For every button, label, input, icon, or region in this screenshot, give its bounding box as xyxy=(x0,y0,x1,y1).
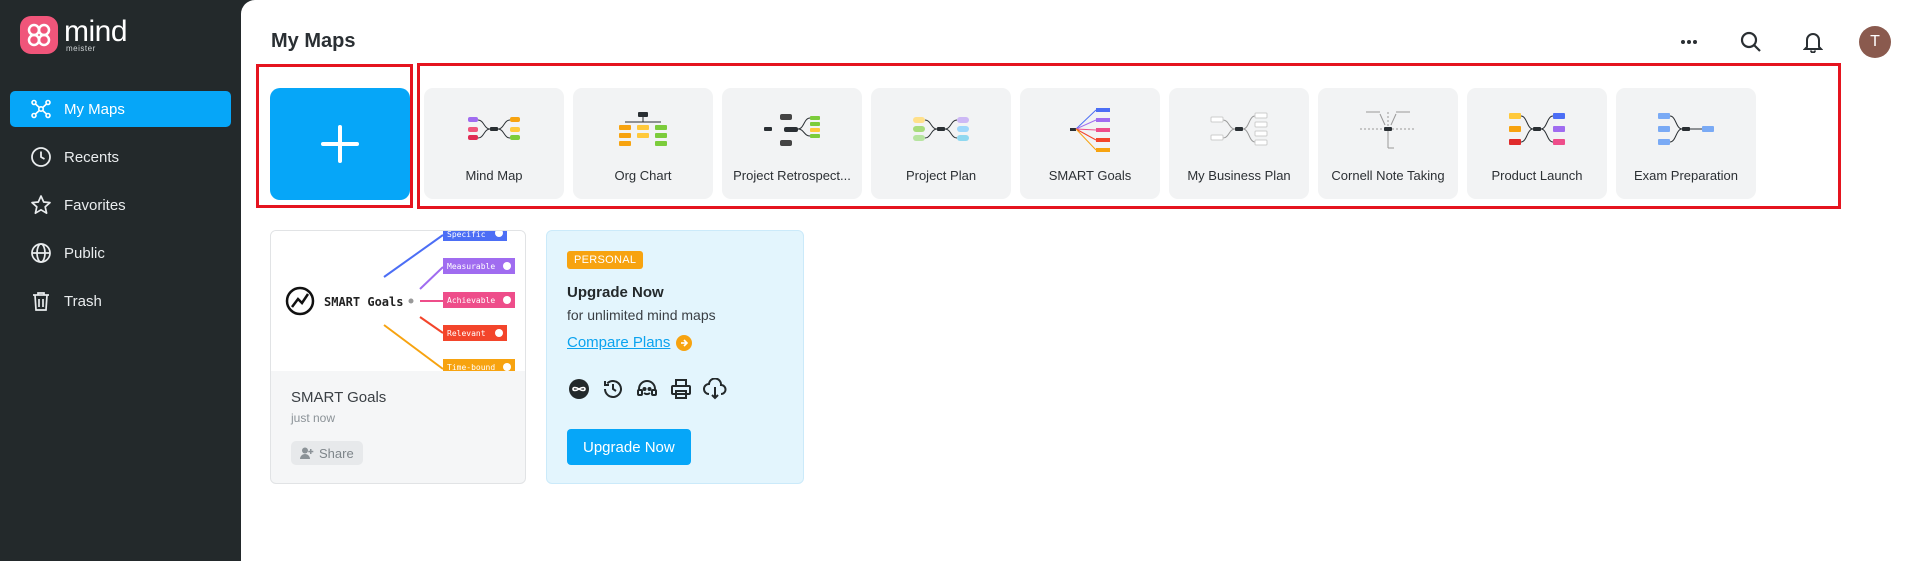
page-title: My Maps xyxy=(271,30,356,52)
logo-word: mind xyxy=(64,15,128,48)
template-label: Mind Map xyxy=(465,168,523,183)
product-launch-template-icon xyxy=(1467,102,1607,158)
sidebar-item-favorites[interactable]: Favorites xyxy=(10,187,231,223)
template-exam-preparation[interactable]: Exam Preparation xyxy=(1616,88,1756,199)
thumb-branch-label: Specific xyxy=(447,231,486,239)
map-timestamp: just now xyxy=(291,411,336,425)
sidebar-item-public[interactable]: Public xyxy=(10,235,231,271)
template-project-plan[interactable]: Project Plan xyxy=(871,88,1011,199)
template-my-business-plan[interactable]: My Business Plan xyxy=(1169,88,1309,199)
template-label: My Business Plan xyxy=(1187,168,1291,183)
template-project-retrospective[interactable]: Project Retrospect... xyxy=(722,88,862,199)
sidebar-item-label: My Maps xyxy=(64,100,125,118)
template-label: SMART Goals xyxy=(1048,168,1132,183)
globe-icon xyxy=(30,242,52,264)
mindmap-icon xyxy=(30,98,52,120)
share-button[interactable]: Share xyxy=(291,441,363,465)
retrospective-template-icon xyxy=(722,102,862,158)
support-icon xyxy=(635,377,659,401)
cornell-template-icon xyxy=(1318,102,1458,158)
print-icon xyxy=(669,377,693,401)
star-icon xyxy=(30,194,52,216)
thumb-branch-label: Time-bound xyxy=(447,363,495,371)
new-map-button[interactable] xyxy=(270,88,410,200)
template-label: Cornell Note Taking xyxy=(1331,168,1445,183)
trash-icon xyxy=(30,290,52,312)
sidebar-nav: My Maps Recents Favorites Public Trash xyxy=(10,91,231,331)
logo-icon xyxy=(20,16,58,54)
template-label: Org Chart xyxy=(614,168,672,183)
upgrade-title: Upgrade Now xyxy=(567,284,664,301)
template-smart-goals[interactable]: SMART Goals xyxy=(1020,88,1160,199)
history-icon xyxy=(601,377,625,401)
sidebar: mind meister My Maps Recents Favorites P… xyxy=(0,0,241,561)
exam-preparation-template-icon xyxy=(1616,102,1756,158)
sidebar-item-recents[interactable]: Recents xyxy=(10,139,231,175)
org-chart-template-icon xyxy=(573,102,713,158)
sidebar-item-label: Favorites xyxy=(64,196,126,214)
template-cornell-note-taking[interactable]: Cornell Note Taking xyxy=(1318,88,1458,199)
compare-plans-link[interactable]: Compare Plans xyxy=(567,334,693,351)
infinity-icon xyxy=(567,377,591,401)
smart-goals-template-icon xyxy=(1020,102,1160,158)
plan-badge: PERSONAL xyxy=(567,251,644,269)
upgrade-card: PERSONAL Upgrade Now for unlimited mind … xyxy=(546,230,804,484)
map-card[interactable]: SMART Goals Specific Measurable Achievab… xyxy=(270,230,526,484)
more-icon[interactable] xyxy=(1673,26,1705,58)
map-name: SMART Goals xyxy=(291,389,387,406)
feature-icons xyxy=(567,377,737,401)
template-label: Project Plan xyxy=(905,168,977,183)
template-label: Exam Preparation xyxy=(1633,168,1739,183)
upgrade-subtitle: for unlimited mind maps xyxy=(567,307,716,323)
thumb-root-label: SMART Goals xyxy=(324,295,403,309)
share-label: Share xyxy=(319,445,354,461)
clock-icon xyxy=(30,146,52,168)
sidebar-item-label: Trash xyxy=(64,292,102,310)
arrow-right-icon xyxy=(676,334,693,351)
main-content: My Maps T Mind Map Org Chart Project Ret… xyxy=(241,0,1919,561)
avatar[interactable]: T xyxy=(1859,26,1891,58)
sidebar-item-label: Recents xyxy=(64,148,120,166)
sidebar-item-trash[interactable]: Trash xyxy=(10,283,231,319)
template-label: Product Launch xyxy=(1491,168,1583,183)
template-label: Project Retrospect... xyxy=(733,168,851,183)
sidebar-item-label: Public xyxy=(64,244,105,262)
add-user-icon xyxy=(300,447,314,459)
search-icon[interactable] xyxy=(1735,26,1767,58)
template-list: Mind Map Org Chart Project Retrospect...… xyxy=(424,88,1765,199)
template-mind-map[interactable]: Mind Map xyxy=(424,88,564,199)
business-plan-template-icon xyxy=(1169,102,1309,158)
map-thumbnail: SMART Goals Specific Measurable Achievab… xyxy=(271,231,525,375)
thumb-branch-label: Measurable xyxy=(447,262,495,271)
thumb-branch-label: Relevant xyxy=(447,329,486,338)
plus-icon xyxy=(321,125,359,163)
project-plan-template-icon xyxy=(871,102,1011,158)
sidebar-item-my-maps[interactable]: My Maps xyxy=(10,91,231,127)
mind-map-template-icon xyxy=(424,102,564,158)
cloud-download-icon xyxy=(703,377,727,401)
template-product-launch[interactable]: Product Launch xyxy=(1467,88,1607,199)
template-org-chart[interactable]: Org Chart xyxy=(573,88,713,199)
compare-plans-label: Compare Plans xyxy=(567,334,671,351)
bell-icon[interactable] xyxy=(1797,26,1829,58)
thumb-branch-label: Achievable xyxy=(447,296,495,305)
mindmeister-logo[interactable]: mind meister xyxy=(20,15,128,54)
topbar-icons: T xyxy=(1643,26,1891,58)
upgrade-now-button[interactable]: Upgrade Now xyxy=(567,429,691,465)
